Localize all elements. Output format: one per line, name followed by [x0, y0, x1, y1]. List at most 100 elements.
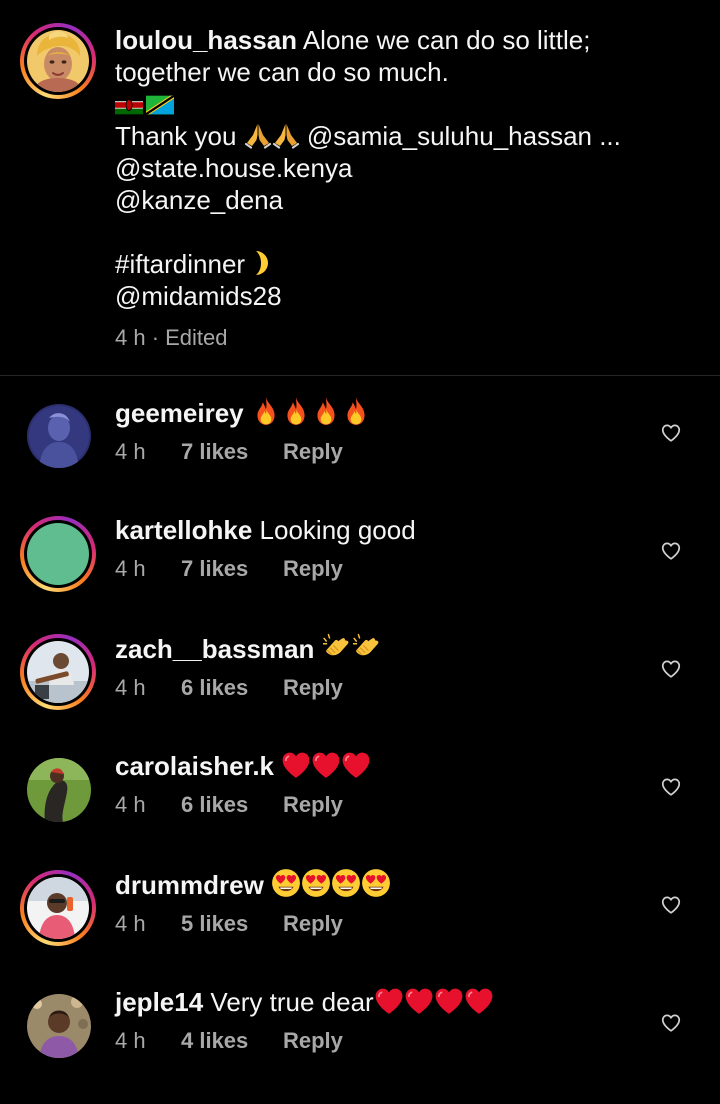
red-heart-emoji	[374, 987, 404, 1015]
comment-likes[interactable]: 7 likes	[181, 439, 283, 465]
comment-item: geemeirey 4 h 7 likes Reply	[0, 396, 720, 514]
folded-hands-icon	[244, 121, 272, 149]
folded-hands-icon	[272, 121, 300, 149]
comment-message: Very true dear	[210, 987, 374, 1017]
comment-body: jeple14 Very true dear 4 h 4 likes Reply	[115, 986, 635, 1054]
fire-emoji	[341, 396, 371, 426]
reply-button[interactable]: Reply	[283, 792, 343, 818]
reply-button[interactable]: Reply	[283, 911, 343, 937]
heart-outline-icon[interactable]	[660, 776, 682, 798]
mention-kanze-dena[interactable]: @kanze_dena	[115, 184, 695, 216]
comment-item: kartellohke Looking good 4 h 7 likes Rep…	[0, 514, 720, 632]
comment-likes[interactable]: 7 likes	[181, 556, 283, 582]
reply-button[interactable]: Reply	[283, 675, 343, 701]
comment-actions: 4 h 6 likes Reply	[115, 792, 635, 818]
caption-line-1: loulou_hassan Alone we can do so little;	[115, 24, 695, 56]
comment-text: zach__bassman	[115, 632, 635, 665]
hashtag-iftardinner[interactable]: #iftardinner	[115, 249, 245, 279]
crescent-moon-icon	[245, 249, 273, 277]
tanzania-flag-icon	[146, 95, 174, 115]
mention-midamids28[interactable]: @midamids28	[115, 280, 695, 312]
clap-emoji	[352, 632, 382, 662]
red-heart-emoji	[341, 751, 371, 779]
comment-body: geemeirey 4 h 7 likes Reply	[115, 396, 635, 465]
comment-actions: 4 h 7 likes Reply	[115, 556, 635, 582]
comment-emojis	[322, 634, 382, 664]
heart-eyes-emoji	[331, 868, 361, 898]
comment-username[interactable]: jeple14	[115, 987, 203, 1017]
hashtag-line: #iftardinner	[115, 248, 695, 280]
thank-you-text: Thank you	[115, 121, 237, 151]
comment-actions: 4 h 5 likes Reply	[115, 911, 635, 937]
red-heart-emoji	[281, 751, 311, 779]
heart-eyes-emoji	[361, 868, 391, 898]
comment-time: 4 h	[115, 439, 146, 464]
red-heart-emoji	[434, 987, 464, 1015]
heart-outline-icon[interactable]	[660, 540, 682, 562]
comment-emojis	[374, 987, 494, 1017]
divider	[0, 375, 720, 376]
comment-item: drummdrew 4 h 5 likes Reply	[0, 868, 720, 986]
fire-emoji	[281, 396, 311, 426]
mention-samia[interactable]: @samia_suluhu_hassan ...	[300, 121, 621, 151]
comment-actions: 4 h 6 likes Reply	[115, 675, 635, 701]
comment-username[interactable]: geemeirey	[115, 398, 244, 428]
comment-username[interactable]: carolaisher.k	[115, 751, 274, 781]
commenter-avatar[interactable]	[20, 870, 96, 946]
comment-actions: 4 h 4 likes Reply	[115, 1028, 635, 1054]
post-author-avatar[interactable]	[20, 23, 96, 99]
comment-likes[interactable]: 6 likes	[181, 675, 283, 701]
comment-body: zach__bassman 4 h 6 likes Reply	[115, 632, 635, 701]
post-caption: loulou_hassan Alone we can do so little;…	[0, 0, 720, 376]
post-author-username[interactable]: loulou_hassan	[115, 25, 297, 55]
comment-likes[interactable]: 5 likes	[181, 911, 283, 937]
comment-text: geemeirey	[115, 396, 635, 429]
comment-text: drummdrew	[115, 868, 635, 901]
comment-likes[interactable]: 6 likes	[181, 792, 283, 818]
heart-outline-icon[interactable]	[660, 658, 682, 680]
comment-time: 4 h	[115, 1028, 146, 1053]
mention-state-house[interactable]: @state.house.kenya	[115, 152, 695, 184]
comment-emojis	[251, 398, 371, 428]
comment-body: drummdrew 4 h 5 likes Reply	[115, 868, 635, 937]
reply-button[interactable]: Reply	[283, 556, 343, 582]
comment-likes[interactable]: 4 likes	[181, 1028, 283, 1054]
comment-time: 4 h	[115, 556, 146, 581]
comment-text: kartellohke Looking good	[115, 514, 635, 546]
commenter-avatar[interactable]	[27, 404, 91, 468]
avatar-image	[27, 523, 89, 585]
heart-eyes-emoji	[271, 868, 301, 898]
thank-you-line: Thank you @samia_suluhu_hassan ...	[115, 120, 695, 152]
commenter-avatar[interactable]	[27, 994, 91, 1058]
comment-item: jeple14 Very true dear 4 h 4 likes Reply	[0, 986, 720, 1104]
commenter-avatar[interactable]	[20, 516, 96, 592]
heart-outline-icon[interactable]	[660, 422, 682, 444]
comment-time: 4 h	[115, 911, 146, 936]
comment-message: Looking good	[259, 515, 416, 545]
comment-username[interactable]: kartellohke	[115, 515, 252, 545]
reply-button[interactable]: Reply	[283, 439, 343, 465]
commenter-avatar[interactable]	[27, 758, 91, 822]
caption-second-line: together we can do so much.	[115, 57, 449, 87]
comment-actions: 4 h 7 likes Reply	[115, 439, 635, 465]
reply-button[interactable]: Reply	[283, 1028, 343, 1054]
post-meta: 4 h · Edited	[115, 325, 228, 350]
fire-emoji	[251, 396, 281, 426]
comment-time: 4 h	[115, 675, 146, 700]
commenter-avatar[interactable]	[20, 634, 96, 710]
fire-emoji	[311, 396, 341, 426]
comment-time: 4 h	[115, 792, 146, 817]
red-heart-emoji	[311, 751, 341, 779]
comment-body: kartellohke Looking good 4 h 7 likes Rep…	[115, 514, 635, 582]
comment-username[interactable]: drummdrew	[115, 870, 264, 900]
heart-outline-icon[interactable]	[660, 894, 682, 916]
flags-line	[115, 88, 695, 120]
comment-username[interactable]: zach__bassman	[115, 634, 314, 664]
comment-body: carolaisher.k 4 h 6 likes Reply	[115, 750, 635, 818]
comment-emojis	[271, 870, 391, 900]
red-heart-emoji	[404, 987, 434, 1015]
heart-outline-icon[interactable]	[660, 1012, 682, 1034]
caption-first-line: Alone we can do so little;	[302, 25, 591, 55]
comment-item: zach__bassman 4 h 6 likes Reply	[0, 632, 720, 750]
